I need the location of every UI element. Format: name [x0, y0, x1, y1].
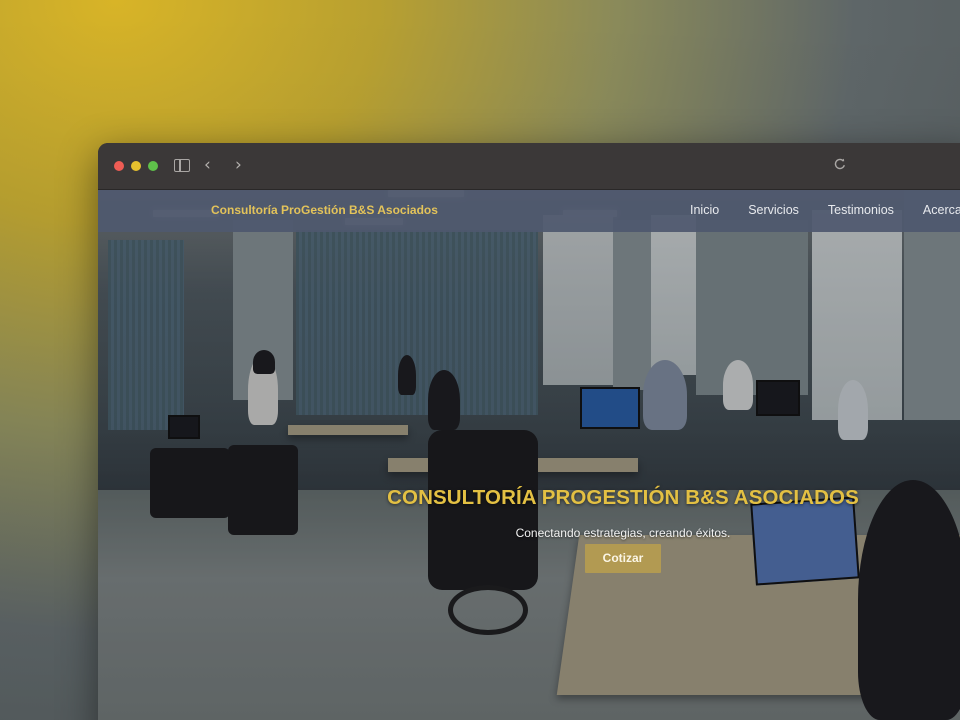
- site-menu: Inicio Servicios Testimonios Acerca: [690, 203, 960, 217]
- nav-link-servicios[interactable]: Servicios: [748, 203, 799, 217]
- forward-arrow-icon[interactable]: ›: [235, 155, 242, 175]
- nav-link-inicio[interactable]: Inicio: [690, 203, 719, 217]
- zoom-dot-icon[interactable]: [148, 161, 158, 171]
- hero-title: CONSULTORÍA PROGESTIÓN B&S ASOCIADOS: [387, 486, 859, 509]
- hero-content: CONSULTORÍA PROGESTIÓN B&S ASOCIADOS Con…: [358, 486, 918, 573]
- nav-link-acerca[interactable]: Acerca: [923, 203, 960, 217]
- back-arrow-icon[interactable]: ‹: [204, 155, 211, 175]
- minimize-dot-icon[interactable]: [131, 161, 141, 171]
- site-brand[interactable]: Consultoría ProGestión B&S Asociados: [211, 203, 438, 217]
- hero-subtitle: Conectando estrategias, creando éxitos.: [515, 526, 731, 540]
- sidebar-icon[interactable]: [174, 159, 190, 172]
- hero-dark-overlay: [98, 190, 960, 720]
- cotizar-button[interactable]: Cotizar: [584, 544, 662, 573]
- close-dot-icon[interactable]: [114, 161, 124, 171]
- website-viewport: Consultoría ProGestión B&S Asociados Ini…: [98, 190, 960, 720]
- browser-window: ‹ › Consultoría ProGestión B&S Asociados…: [98, 143, 960, 720]
- nav-link-testimonios[interactable]: Testimonios: [828, 203, 894, 217]
- reload-icon[interactable]: [833, 157, 847, 171]
- site-navbar: Consultoría ProGestión B&S Asociados Ini…: [98, 190, 960, 232]
- browser-titlebar: ‹ ›: [98, 143, 960, 190]
